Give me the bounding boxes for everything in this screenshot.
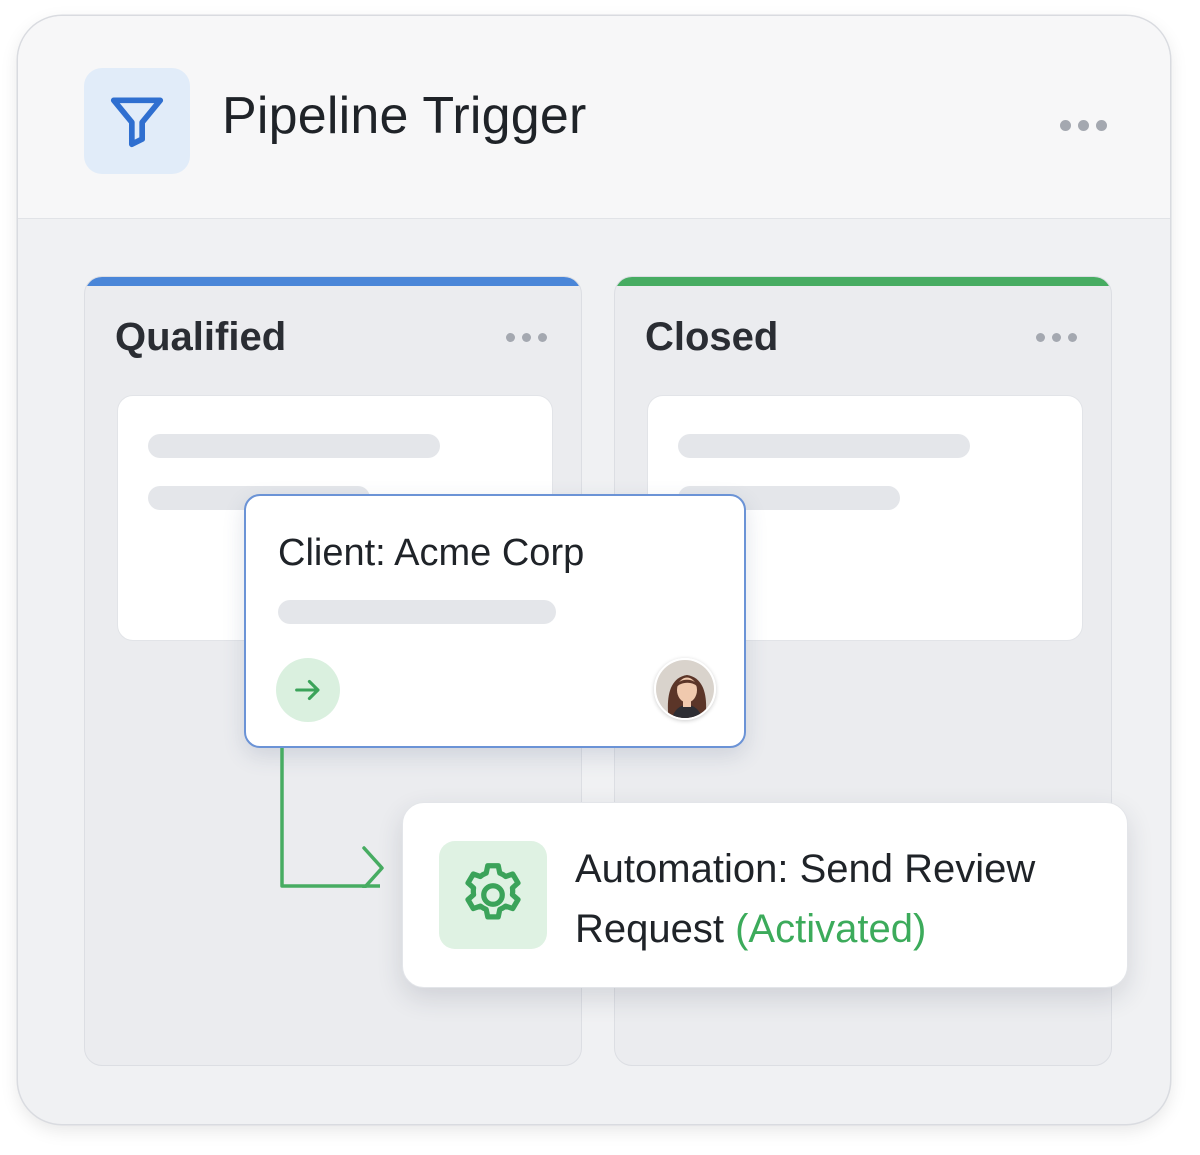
column-title: Closed <box>645 315 779 359</box>
more-horizontal-icon[interactable] <box>1056 116 1111 135</box>
automation-label-line2: Request <box>575 907 724 951</box>
client-card-title: Client: Acme Corp <box>278 532 585 574</box>
automation-label: Automation: Send Review Request (Activat… <box>575 839 1115 959</box>
placeholder-line <box>678 434 970 458</box>
panel-title: Pipeline Trigger <box>222 87 587 145</box>
column-accent-bar <box>85 277 581 286</box>
more-horizontal-icon[interactable] <box>506 333 547 342</box>
panel-header: Pipeline Trigger <box>18 16 1170 219</box>
client-card[interactable]: Client: Acme Corp <box>244 494 746 748</box>
funnel-icon <box>84 68 190 174</box>
automation-card[interactable]: Automation: Send Review Request (Activat… <box>402 802 1128 988</box>
column-accent-bar <box>615 277 1111 286</box>
more-horizontal-icon[interactable] <box>1036 333 1077 342</box>
connector-arrow <box>280 748 384 888</box>
pipeline-trigger-panel: Pipeline Trigger Qualified Closed Client… <box>18 16 1170 1124</box>
column-title: Qualified <box>115 315 287 359</box>
user-avatar[interactable] <box>654 658 716 720</box>
gear-icon <box>439 841 547 949</box>
placeholder-line <box>278 600 556 624</box>
arrow-right-icon[interactable] <box>276 658 340 722</box>
placeholder-line <box>148 434 440 458</box>
automation-status: (Activated) <box>735 907 927 951</box>
automation-label-line1: Automation: Send Review <box>575 847 1036 891</box>
